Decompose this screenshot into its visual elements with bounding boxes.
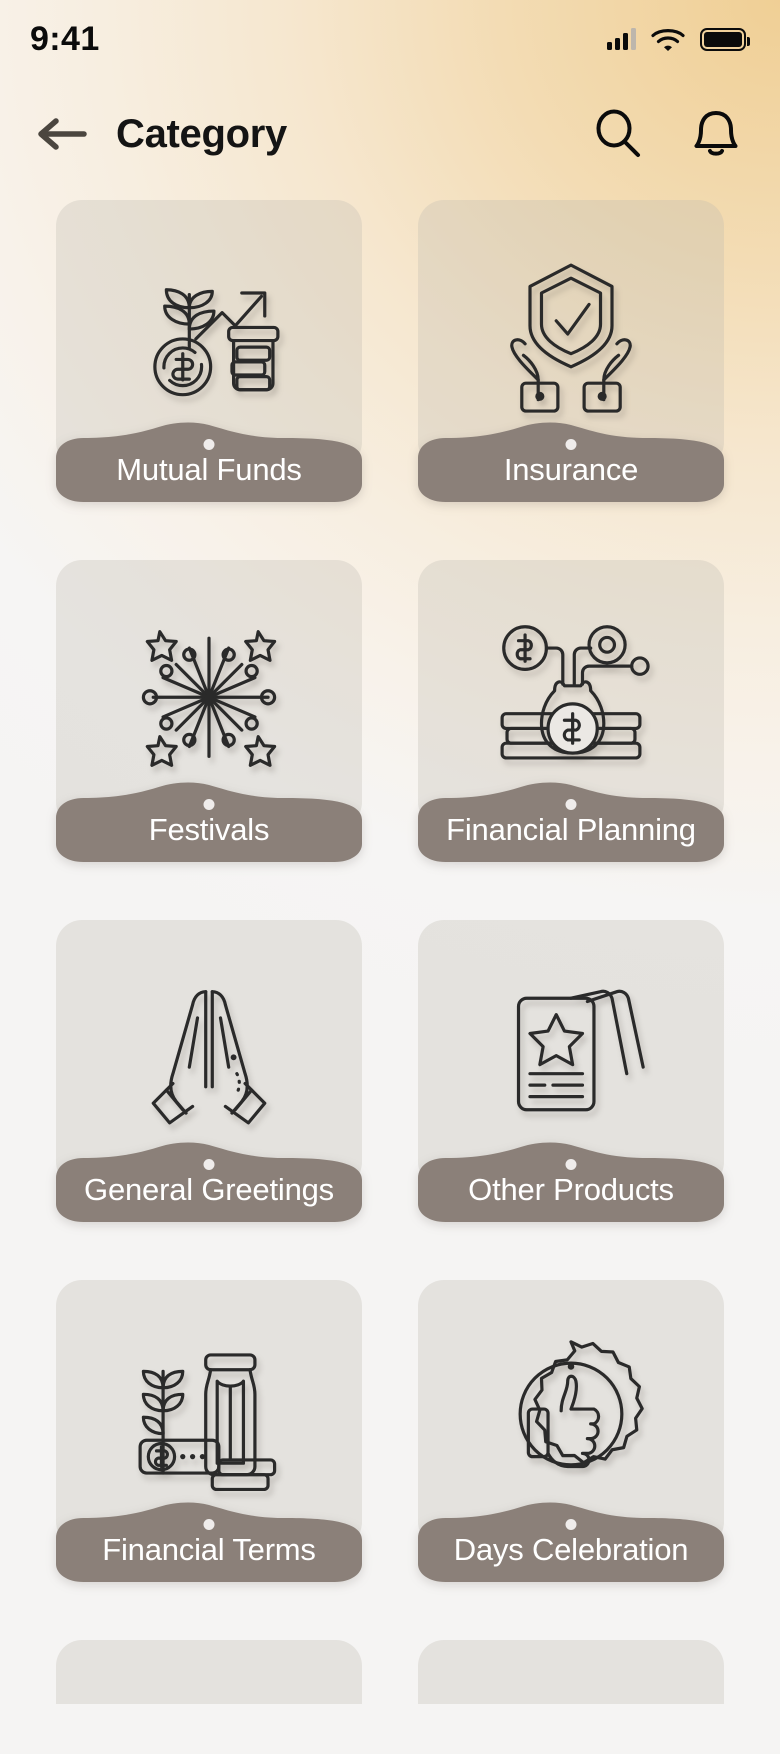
wifi-icon <box>651 28 685 51</box>
category-card-financial-terms[interactable]: Financial Terms <box>56 1280 362 1582</box>
band-dot <box>565 799 577 810</box>
category-card-insurance[interactable]: Insurance <box>418 200 724 502</box>
category-label-band: Financial Planning <box>418 782 724 862</box>
money-bag-coins-network-icon <box>489 612 653 776</box>
category-label-band: Mutual Funds <box>56 422 362 502</box>
status-bar: 9:41 <box>0 0 780 78</box>
category-label: Days Celebration <box>453 1532 689 1567</box>
category-card-general-greetings[interactable]: General Greetings <box>56 920 362 1222</box>
arrow-left-icon <box>38 118 87 150</box>
category-label: Other Products <box>468 1172 674 1207</box>
category-label: General Greetings <box>84 1172 334 1207</box>
jar-plant-cash-icon <box>127 1332 291 1496</box>
notification-button[interactable] <box>688 106 744 162</box>
category-label: Insurance <box>503 452 639 487</box>
band-dot <box>565 1159 577 1170</box>
category-label-band: Days Celebration <box>418 1502 724 1582</box>
back-button[interactable] <box>34 112 90 156</box>
category-label-band: General Greetings <box>56 1142 362 1222</box>
band-dot <box>565 1519 577 1530</box>
band-dot <box>203 1519 215 1530</box>
category-label-band: Insurance <box>418 422 724 502</box>
category-label-band: Financial Terms <box>56 1502 362 1582</box>
band-dot <box>203 799 215 810</box>
praying-hands-icon <box>127 972 291 1136</box>
category-label: Festivals <box>148 812 270 847</box>
category-card-festivals[interactable]: Festivals <box>56 560 362 862</box>
page-title: Category <box>116 111 287 156</box>
search-icon <box>596 109 640 157</box>
category-card-other-products[interactable]: Other Products <box>418 920 724 1222</box>
band-dot <box>203 1159 215 1170</box>
status-indicators <box>607 27 750 52</box>
category-screen: 9:41 Category Mutual Funds Insurance Fes… <box>0 0 780 1754</box>
category-label-band: Other Products <box>418 1142 724 1222</box>
category-card-mutual-funds[interactable]: Mutual Funds <box>56 200 362 502</box>
category-label: Mutual Funds <box>116 452 302 487</box>
band-dot <box>203 439 215 450</box>
battery-full-icon <box>700 27 750 51</box>
next-row-preview <box>0 1640 780 1704</box>
bell-icon <box>694 111 738 156</box>
category-label-band: Festivals <box>56 782 362 862</box>
plant-coin-growth-icon <box>127 252 291 416</box>
cellular-signal-icon <box>607 28 636 50</box>
category-label: Financial Planning <box>446 812 696 847</box>
category-label: Financial Terms <box>102 1532 316 1567</box>
thumbs-up-badge-icon <box>489 1332 653 1496</box>
category-card-days-celebration[interactable]: Days Celebration <box>418 1280 724 1582</box>
status-time: 9:41 <box>30 19 100 58</box>
category-card-financial-planning[interactable]: Financial Planning <box>418 560 724 862</box>
app-bar: Category <box>0 78 780 190</box>
app-bar-actions <box>590 106 744 162</box>
search-button[interactable] <box>590 106 646 162</box>
category-tile-partial-left[interactable] <box>56 1640 362 1704</box>
certificate-cards-icon <box>489 972 653 1136</box>
category-grid: Mutual Funds Insurance Festivals Financi… <box>0 190 780 1582</box>
category-tile-partial-right[interactable] <box>418 1640 724 1704</box>
firework-sparkle-icon <box>127 612 291 776</box>
shield-check-hands-icon <box>489 252 653 416</box>
band-dot <box>565 439 577 450</box>
